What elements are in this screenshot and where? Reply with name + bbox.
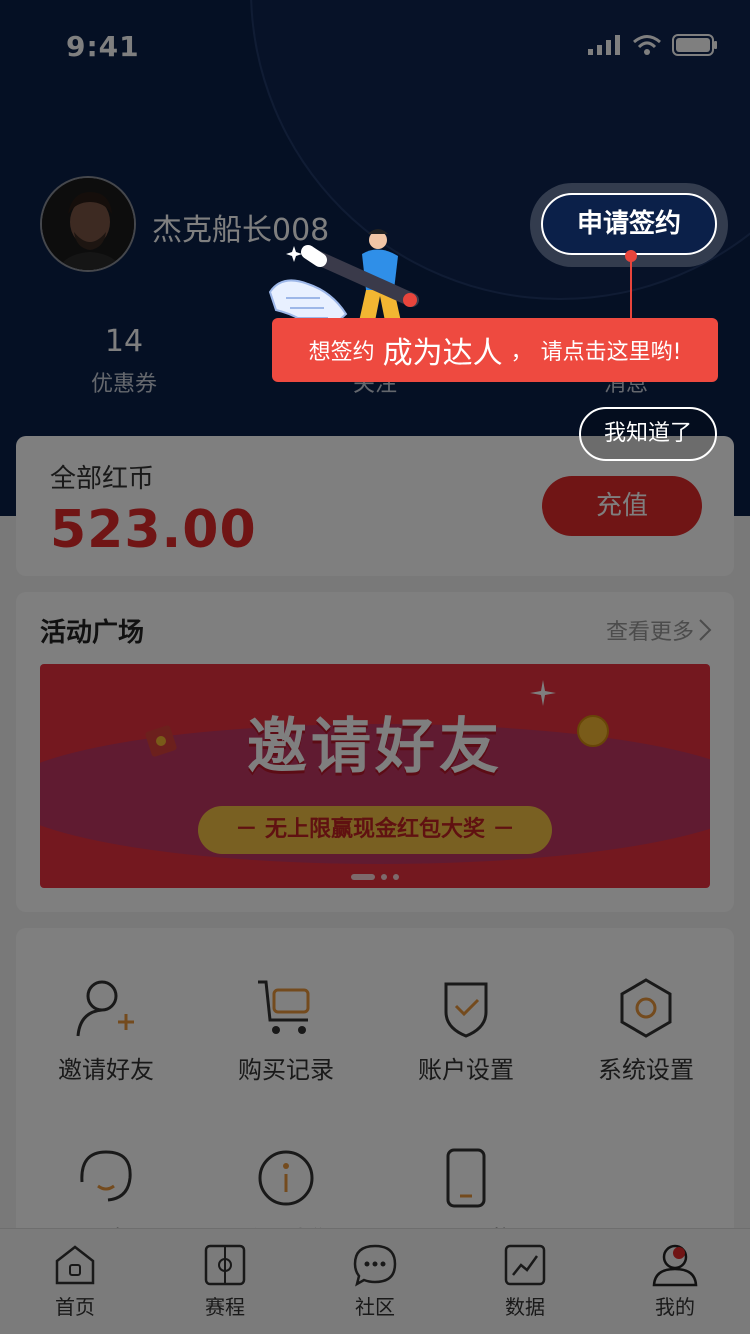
apply-contract-button[interactable]: 申请签约 <box>541 193 717 255</box>
tip-highlight: 成为达人 <box>382 336 503 371</box>
tip-suffix: 请点击这里哟! <box>540 340 682 365</box>
guide-pointer-line <box>630 258 632 318</box>
guide-tooltip: 想签约 成为达人 ， 请点击这里哟! <box>272 318 718 382</box>
dismiss-guide-button[interactable]: 我知道了 <box>579 407 717 461</box>
tip-separator: ， <box>510 340 533 365</box>
tip-prefix: 想签约 <box>308 340 375 365</box>
